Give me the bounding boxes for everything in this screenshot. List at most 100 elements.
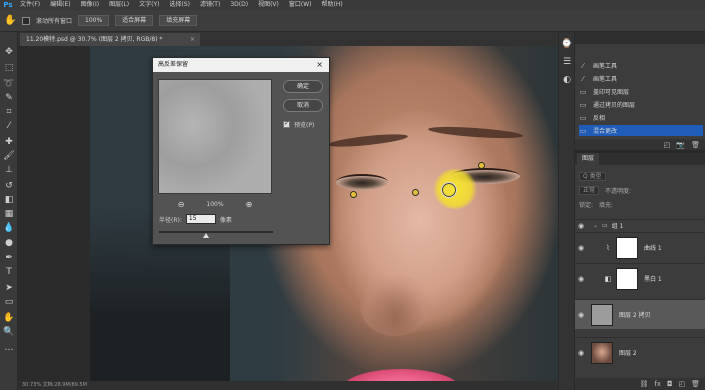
layers-tab-bar: 图层 — [575, 153, 705, 165]
layer-mask-thumbnail[interactable] — [616, 267, 638, 290]
close-icon[interactable]: × — [190, 33, 195, 46]
type-tool-icon[interactable]: T — [3, 266, 15, 278]
history-brush-icon[interactable]: ↺ — [3, 180, 15, 192]
visibility-eye-icon[interactable]: ◉ — [575, 222, 587, 230]
layer-row[interactable]: ◉ ⌇ 曲线 1 — [575, 232, 705, 262]
eyedropper-tool-icon[interactable]: ⁄ — [3, 120, 15, 132]
adjustments-panel-icon[interactable]: ◐ — [561, 74, 573, 86]
brush-tool-icon[interactable]: 🖌 — [3, 150, 15, 162]
fill-screen-button[interactable]: 填充屏幕 — [159, 15, 198, 26]
menu-select[interactable]: 选择(S) — [164, 0, 195, 10]
menu-layer[interactable]: 图层(L) — [104, 0, 134, 10]
cancel-button[interactable]: 取消 — [283, 99, 323, 112]
path-select-tool-icon[interactable]: ➤ — [3, 282, 15, 294]
liquify-pin-icon[interactable] — [412, 189, 419, 196]
lasso-tool-icon[interactable]: ➰ — [3, 78, 15, 90]
new-document-icon[interactable]: ◰ — [664, 141, 671, 149]
group-name: 组 1 — [611, 223, 624, 230]
visibility-eye-icon[interactable]: ◉ — [575, 275, 587, 283]
preview-zoom-value: 100% — [206, 201, 224, 208]
document-tab[interactable]: 11.20模特.psd @ 30.7% (图层 2 拷贝, RGB/8) * × — [20, 33, 200, 46]
menu-filter[interactable]: 滤镜(T) — [195, 0, 225, 10]
fit-screen-button[interactable]: 适合屏幕 — [115, 15, 154, 26]
new-layer-icon[interactable]: ◰ — [678, 380, 685, 388]
history-item[interactable]: ⁄ 画笔工具 — [579, 60, 703, 71]
gradient-tool-icon[interactable]: ▦ — [3, 208, 15, 220]
preview-option[interactable]: 预览(P) — [283, 120, 314, 129]
menu-help[interactable]: 帮助(H) — [317, 0, 348, 10]
menu-type[interactable]: 文字(Y) — [134, 0, 164, 10]
tab-layers[interactable]: 图层 — [577, 153, 600, 165]
stamp-tool-icon[interactable]: ⊥ — [3, 164, 15, 176]
filter-preview[interactable] — [158, 79, 272, 194]
layer-thumbnail[interactable] — [591, 303, 613, 326]
preview-checkbox[interactable] — [283, 120, 290, 128]
hand-tool-sidebar-icon[interactable]: ✋ — [3, 312, 15, 324]
trash-icon[interactable]: 🗑 — [691, 141, 700, 149]
history-item[interactable]: ▭ 通过拷贝的图层 — [579, 99, 703, 110]
move-tool-icon[interactable]: ✥ — [3, 46, 15, 58]
quick-select-tool-icon[interactable]: ✎ — [3, 92, 15, 104]
liquify-pin-icon[interactable] — [350, 191, 357, 198]
close-icon[interactable]: × — [316, 58, 323, 72]
menu-file[interactable]: 文件(F) — [16, 0, 45, 10]
liquify-pin-icon[interactable] — [478, 162, 485, 169]
layer-group-row[interactable]: ◉ ⌄ ▭ 组 1 — [575, 219, 705, 231]
fx-icon[interactable]: fx — [654, 380, 661, 388]
visibility-eye-icon[interactable]: ◉ — [575, 311, 587, 319]
status-bar: 30.73% 文档:28.9M/89.5M — [18, 381, 558, 390]
properties-panel-icon[interactable]: ☰ — [561, 56, 573, 68]
zoom-tool-icon[interactable]: 🔍 — [3, 326, 15, 338]
layer-icon: ▭ — [579, 113, 587, 122]
blur-tool-icon[interactable]: 💧 — [3, 222, 15, 234]
radius-slider-thumb[interactable] — [202, 233, 209, 238]
history-item-active[interactable]: ▭ 混合更改 — [579, 125, 703, 136]
scroll-all-checkbox[interactable] — [22, 16, 30, 25]
radius-slider[interactable] — [159, 231, 273, 233]
more-tools-icon[interactable]: … — [3, 342, 15, 354]
history-item[interactable]: ▭ 反相 — [579, 112, 703, 123]
layer-thumbnail[interactable] — [591, 341, 613, 364]
visibility-eye-icon[interactable]: ◉ — [575, 244, 587, 252]
history-footer: ◰ 📷 🗑 — [575, 139, 705, 150]
radius-label: 半径(R): — [159, 216, 182, 224]
layer-mask-thumbnail[interactable] — [616, 236, 638, 259]
history-panel-icon[interactable]: ⌚ — [561, 38, 573, 50]
zoom-out-icon[interactable]: ⊖ — [178, 200, 185, 209]
zoom-100-button[interactable]: 100% — [78, 15, 110, 26]
link-icon[interactable]: ⛓ — [639, 380, 648, 388]
crop-tool-icon[interactable]: ⌗ — [3, 106, 15, 118]
mask-icon[interactable]: ◘ — [667, 380, 673, 388]
radius-input[interactable]: 15 — [185, 214, 216, 224]
marquee-tool-icon[interactable]: ⬚ — [3, 62, 15, 74]
dodge-tool-icon[interactable]: ● — [3, 237, 15, 249]
radius-row: 半径(R): 15 像素 — [159, 214, 232, 224]
hand-tool-icon[interactable]: ✋ — [4, 15, 16, 27]
snapshot-icon[interactable]: 📷 — [676, 141, 685, 149]
dialog-titlebar[interactable]: 高反差保留 × — [153, 58, 329, 72]
trash-icon[interactable]: 🗑 — [691, 380, 700, 388]
healing-tool-icon[interactable]: ✚ — [3, 136, 15, 148]
blend-mode-select[interactable]: 正常 — [579, 185, 600, 195]
zoom-in-icon[interactable]: ⊕ — [246, 200, 253, 209]
canvas-pasteboard — [18, 46, 90, 390]
visibility-eye-icon[interactable]: ◉ — [575, 349, 587, 357]
history-item[interactable]: ⁄ 画笔工具 — [579, 73, 703, 84]
menu-edit[interactable]: 编辑(E) — [45, 0, 75, 10]
layer-row[interactable]: ◉ ◧ 黑白 1 — [575, 263, 705, 293]
menu-window[interactable]: 窗口(W) — [284, 0, 317, 10]
ok-button[interactable]: 确定 — [283, 80, 323, 93]
menu-view[interactable]: 视图(V) — [253, 0, 284, 10]
eraser-tool-icon[interactable]: ◧ — [3, 194, 15, 206]
chevron-down-icon[interactable]: ⌄ — [593, 222, 598, 229]
layer-kind-filter[interactable]: Q 类型 — [579, 171, 606, 181]
menu-3d[interactable]: 3D(D) — [225, 0, 253, 10]
menu-image[interactable]: 图像(I) — [76, 0, 104, 10]
pen-tool-icon[interactable]: ✒ — [3, 252, 15, 264]
layer-row-selected[interactable]: ◉ 图层 2 拷贝 — [575, 299, 705, 329]
shape-tool-icon[interactable]: ▭ — [3, 296, 15, 308]
layer-row[interactable]: ◉ 图层 2 — [575, 337, 705, 367]
history-panel-header — [575, 32, 705, 44]
history-item[interactable]: ▭ 盖印可见图层 — [579, 86, 703, 97]
lock-label: 锁定: — [579, 201, 594, 209]
